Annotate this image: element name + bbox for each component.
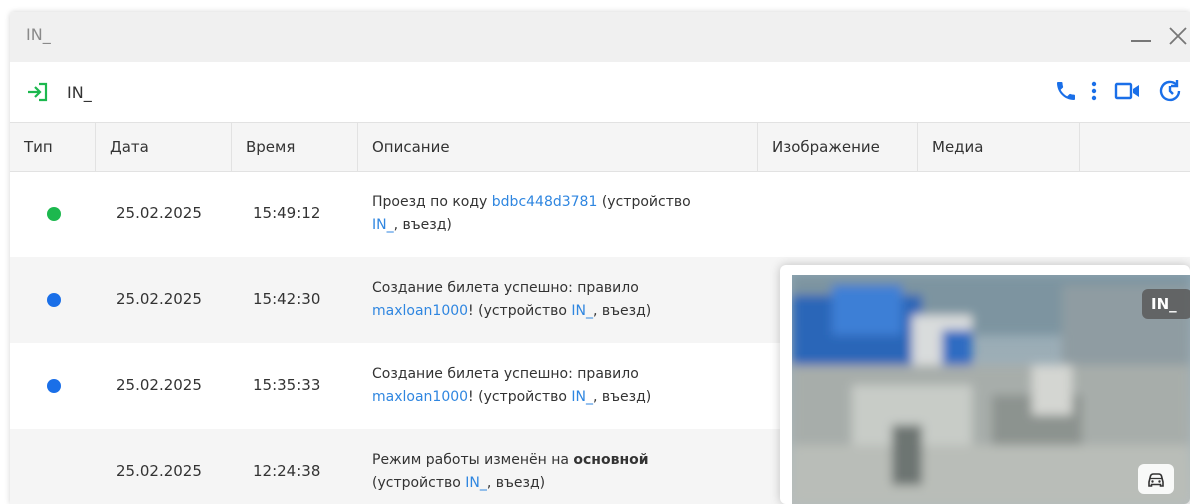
desc-text: Создание билета успешно: правило <box>372 366 639 382</box>
device-link[interactable]: IN_ <box>571 389 593 405</box>
event-type-indicator <box>47 293 61 307</box>
event-time: 15:42:30 <box>253 290 321 308</box>
phone-icon[interactable] <box>1054 79 1078 103</box>
enter-icon <box>28 82 48 102</box>
image-preview-popup[interactable]: IN_ <box>780 265 1190 504</box>
desc-text: , въезд) <box>593 389 652 405</box>
column-time[interactable]: Время <box>232 123 358 171</box>
event-description: Создание билета успешно: правило maxloan… <box>372 363 752 409</box>
device-link[interactable]: IN_ <box>571 303 593 319</box>
video-camera-icon[interactable] <box>1114 79 1142 103</box>
camera-snapshot-image <box>792 275 1190 504</box>
event-type-indicator <box>47 379 61 393</box>
window-title: IN_ <box>26 25 51 44</box>
desc-text: Проезд по коду <box>372 194 492 210</box>
vehicle-button[interactable] <box>1138 464 1174 494</box>
table-row[interactable]: 25.02.2025 15:49:12 Проезд по коду bdbc4… <box>10 171 1190 257</box>
event-description: Создание билета успешно: правило maxloan… <box>372 277 752 323</box>
column-image[interactable]: Изображение <box>758 123 918 171</box>
table-header: Тип Дата Время Описание Изображение Меди… <box>10 122 1190 172</box>
device-badge: IN_ <box>1142 289 1190 319</box>
event-description: Режим работы изменён на основной (устройс… <box>372 449 752 495</box>
event-type-indicator <box>47 207 61 221</box>
device-link[interactable]: IN_ <box>372 217 394 233</box>
device-link[interactable]: IN_ <box>465 475 487 491</box>
minimize-button[interactable] <box>1131 40 1151 42</box>
column-date[interactable]: Дата <box>96 123 232 171</box>
event-date: 25.02.2025 <box>116 204 202 222</box>
event-time: 12:24:38 <box>253 462 321 480</box>
title-bar: IN_ <box>10 12 1190 62</box>
car-icon <box>1148 473 1164 487</box>
rule-link[interactable]: maxloan1000 <box>372 389 468 405</box>
event-date: 25.02.2025 <box>116 290 202 308</box>
event-log-window: IN_ IN_ Тип Дата Время Описание Изображе… <box>10 12 1190 504</box>
more-options-icon[interactable] <box>1088 79 1100 103</box>
column-type[interactable]: Тип <box>10 123 96 171</box>
desc-text: (устройство <box>597 194 691 210</box>
desc-text: ! (устройство <box>468 303 572 319</box>
event-date: 25.02.2025 <box>116 376 202 394</box>
mode-name: основной <box>573 452 649 468</box>
history-icon[interactable] <box>1157 79 1185 103</box>
desc-text: (устройство <box>372 475 466 491</box>
desc-text: Создание билета успешно: правило <box>372 280 639 296</box>
rule-link[interactable]: maxloan1000 <box>372 303 468 319</box>
code-link[interactable]: bdbc448d3781 <box>492 194 598 210</box>
event-date: 25.02.2025 <box>116 462 202 480</box>
desc-text: , въезд) <box>486 475 546 491</box>
event-time: 15:49:12 <box>253 204 321 222</box>
desc-text: , въезд) <box>393 217 452 233</box>
desc-text: Режим работы изменён на <box>372 452 574 468</box>
event-description: Проезд по коду bdbc448d3781 (устройство … <box>372 191 752 237</box>
device-toolbar: IN_ <box>10 62 1190 122</box>
device-name: IN_ <box>67 83 92 102</box>
column-media[interactable]: Медиа <box>918 123 1080 171</box>
desc-text: , въезд) <box>593 303 652 319</box>
event-time: 15:35:33 <box>253 376 321 394</box>
column-description[interactable]: Описание <box>358 123 758 171</box>
close-icon[interactable] <box>1166 24 1190 48</box>
desc-text: ! (устройство <box>468 389 572 405</box>
